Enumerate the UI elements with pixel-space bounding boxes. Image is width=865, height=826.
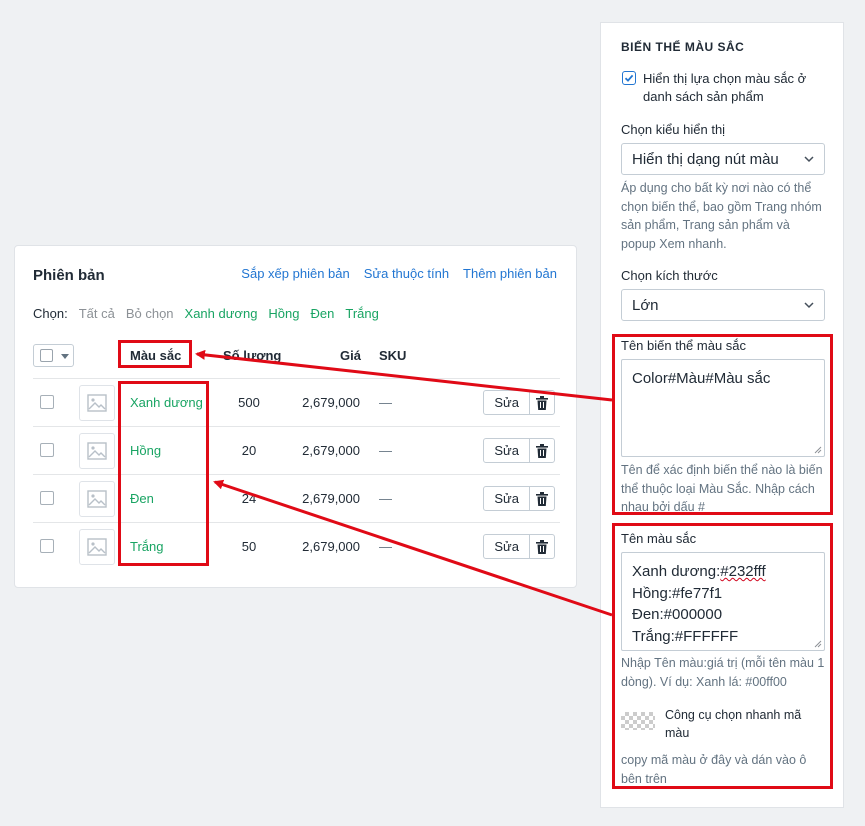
- color-names-textarea[interactable]: Xanh dương:#232fff Hồng:#fe77f1 Đen:#000…: [621, 552, 825, 651]
- col-price: Giá: [340, 348, 361, 363]
- bulk-select-checkbox[interactable]: [40, 349, 53, 362]
- chevron-down-icon: [804, 156, 814, 163]
- resize-grip-icon[interactable]: [814, 640, 822, 648]
- bulk-select-dropdown[interactable]: [33, 344, 74, 367]
- image-placeholder-icon: [79, 385, 115, 421]
- color-names-help: Nhập Tên màu:giá trị (mỗi tên màu 1 dòng…: [621, 656, 825, 689]
- variant-sku: —: [379, 539, 392, 554]
- display-style-label: Chọn kiểu hiển thị: [621, 122, 726, 137]
- row-actions: Sửa: [483, 438, 555, 463]
- edit-attributes-link[interactable]: Sửa thuộc tính: [364, 266, 449, 281]
- show-in-list-label[interactable]: Hiển thị lựa chọn màu sắc ở danh sách sả…: [643, 70, 833, 106]
- trash-icon[interactable]: [530, 391, 554, 414]
- variant-qty: 20: [241, 443, 257, 458]
- filter-select-all[interactable]: Tất cả: [79, 306, 115, 321]
- color-picker-help: copy mã màu ở đây và dán vào ô bên trên: [621, 753, 807, 786]
- display-style-select[interactable]: Hiển thị dạng nút màu: [621, 143, 825, 175]
- table-row: Trắng 50 2,679,000 — Sửa: [33, 523, 560, 571]
- image-placeholder-icon: [79, 433, 115, 469]
- variant-sku: —: [379, 491, 392, 506]
- variant-name[interactable]: Xanh dương: [130, 395, 203, 410]
- edit-button[interactable]: Sửa: [484, 487, 530, 510]
- edit-button[interactable]: Sửa: [484, 391, 530, 414]
- edit-button[interactable]: Sửa: [484, 439, 530, 462]
- variant-name[interactable]: Trắng: [130, 539, 163, 554]
- variant-filter: Chọn: Tất cả Bỏ chọn Xanh dương Hồng Đen…: [33, 306, 379, 321]
- sort-variants-link[interactable]: Sắp xếp phiên bản: [241, 266, 349, 281]
- size-value: Lớn: [632, 297, 659, 314]
- variant-name[interactable]: Đen: [130, 491, 154, 506]
- variant-qty: 500: [238, 395, 260, 410]
- image-placeholder-icon: [79, 529, 115, 565]
- caret-down-icon: [61, 354, 69, 359]
- filter-color-white[interactable]: Trắng: [345, 306, 378, 321]
- table-row: Xanh dương 500 2,679,000 — Sửa: [33, 379, 560, 427]
- variant-price: 2,679,000: [302, 443, 360, 458]
- edit-button[interactable]: Sửa: [484, 535, 530, 558]
- col-color: Màu sắc: [130, 348, 182, 363]
- filter-deselect[interactable]: Bỏ chọn: [126, 306, 174, 321]
- color-line: Hồng:#fe77f1: [632, 584, 723, 602]
- color-picker-label: Công cụ chọn nhanh mã màu: [665, 708, 802, 740]
- row-actions: Sửa: [483, 534, 555, 559]
- variant-qty: 50: [241, 539, 257, 554]
- color-line: Xanh dương:#232fff: [632, 563, 766, 580]
- variant-name[interactable]: Hồng: [130, 443, 161, 458]
- variant-name-label: Tên biến thể màu sắc: [621, 338, 747, 353]
- display-style-help: Áp dụng cho bất kỳ nơi nào có thể chọn b…: [621, 181, 822, 251]
- filter-color-black[interactable]: Đen: [311, 306, 335, 321]
- image-placeholder-icon: [79, 481, 115, 517]
- show-in-list-checkbox[interactable]: [622, 71, 636, 85]
- col-sku: SKU: [379, 348, 407, 363]
- trash-icon[interactable]: [530, 487, 554, 510]
- variant-price: 2,679,000: [302, 491, 360, 506]
- trash-icon[interactable]: [530, 439, 554, 462]
- filter-label: Chọn:: [33, 306, 68, 321]
- variant-name-value: Color#Màu#Màu sắc: [632, 370, 771, 387]
- variant-name-textarea[interactable]: Color#Màu#Màu sắc: [621, 359, 825, 457]
- row-checkbox[interactable]: [40, 443, 54, 457]
- checkmark-icon: [624, 74, 634, 82]
- chevron-down-icon: [804, 302, 814, 309]
- resize-grip-icon[interactable]: [814, 446, 822, 454]
- table-row: Đen 24 2,679,000 — Sửa: [33, 475, 560, 523]
- panel-title: BIẾN THỂ MÀU SẮC: [621, 40, 745, 54]
- color-names-label: Tên màu sắc: [621, 531, 697, 546]
- trash-icon[interactable]: [530, 535, 554, 558]
- size-label: Chọn kích thước: [621, 268, 718, 283]
- row-checkbox[interactable]: [40, 395, 54, 409]
- filter-color-pink[interactable]: Hồng: [268, 306, 299, 321]
- variants-table-header: Màu sắc Số lượng Giá SKU: [33, 341, 560, 379]
- row-checkbox[interactable]: [40, 539, 54, 553]
- color-picker-swatch[interactable]: [621, 712, 655, 730]
- variant-price: 2,679,000: [302, 539, 360, 554]
- display-style-value: Hiển thị dạng nút màu: [632, 151, 779, 168]
- variant-sku: —: [379, 443, 392, 458]
- variant-price: 2,679,000: [302, 395, 360, 410]
- color-line: Trắng:#FFFFFF: [632, 627, 739, 645]
- variants-actions: Sắp xếp phiên bản Sửa thuộc tính Thêm ph…: [241, 266, 557, 281]
- row-checkbox[interactable]: [40, 491, 54, 505]
- color-line: Đen:#000000: [632, 606, 723, 623]
- table-row: Hồng 20 2,679,000 — Sửa: [33, 427, 560, 475]
- row-actions: Sửa: [483, 390, 555, 415]
- variants-card: Phiên bản Sắp xếp phiên bản Sửa thuộc tí…: [14, 245, 577, 588]
- color-variant-settings-panel: BIẾN THỂ MÀU SẮC Hiển thị lựa chọn màu s…: [600, 22, 844, 808]
- variant-name-help: Tên để xác định biến thể nào là biến thể…: [621, 463, 823, 514]
- row-actions: Sửa: [483, 486, 555, 511]
- variants-title: Phiên bản: [33, 267, 105, 284]
- variant-sku: —: [379, 395, 392, 410]
- size-select[interactable]: Lớn: [621, 289, 825, 321]
- col-qty: Số lượng: [223, 348, 282, 363]
- add-variant-link[interactable]: Thêm phiên bản: [463, 266, 557, 281]
- variant-qty: 24: [241, 491, 257, 506]
- filter-color-blue[interactable]: Xanh dương: [185, 306, 258, 321]
